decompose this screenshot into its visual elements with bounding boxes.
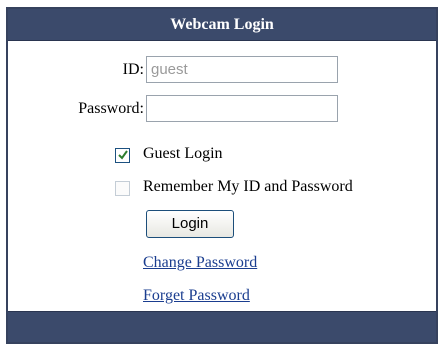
id-input[interactable]: [146, 56, 338, 83]
check-icon: [118, 150, 128, 160]
login-button[interactable]: Login: [146, 210, 234, 238]
panel-footer: [8, 311, 436, 342]
password-label: Password:: [78, 100, 144, 117]
forget-password-link[interactable]: Forget Password: [143, 287, 250, 305]
guest-login-checkbox[interactable]: [115, 148, 130, 163]
panel-header: Webcam Login: [8, 9, 436, 41]
login-panel: Webcam Login ID: Password: Guest Login R…: [6, 7, 438, 344]
password-input[interactable]: [146, 95, 338, 122]
remember-label: Remember My ID and Password: [143, 178, 353, 195]
remember-checkbox[interactable]: [115, 181, 130, 196]
change-password-link[interactable]: Change Password: [143, 254, 257, 272]
panel-title: Webcam Login: [170, 16, 274, 33]
id-label: ID:: [122, 61, 144, 78]
guest-login-label: Guest Login: [143, 145, 223, 162]
